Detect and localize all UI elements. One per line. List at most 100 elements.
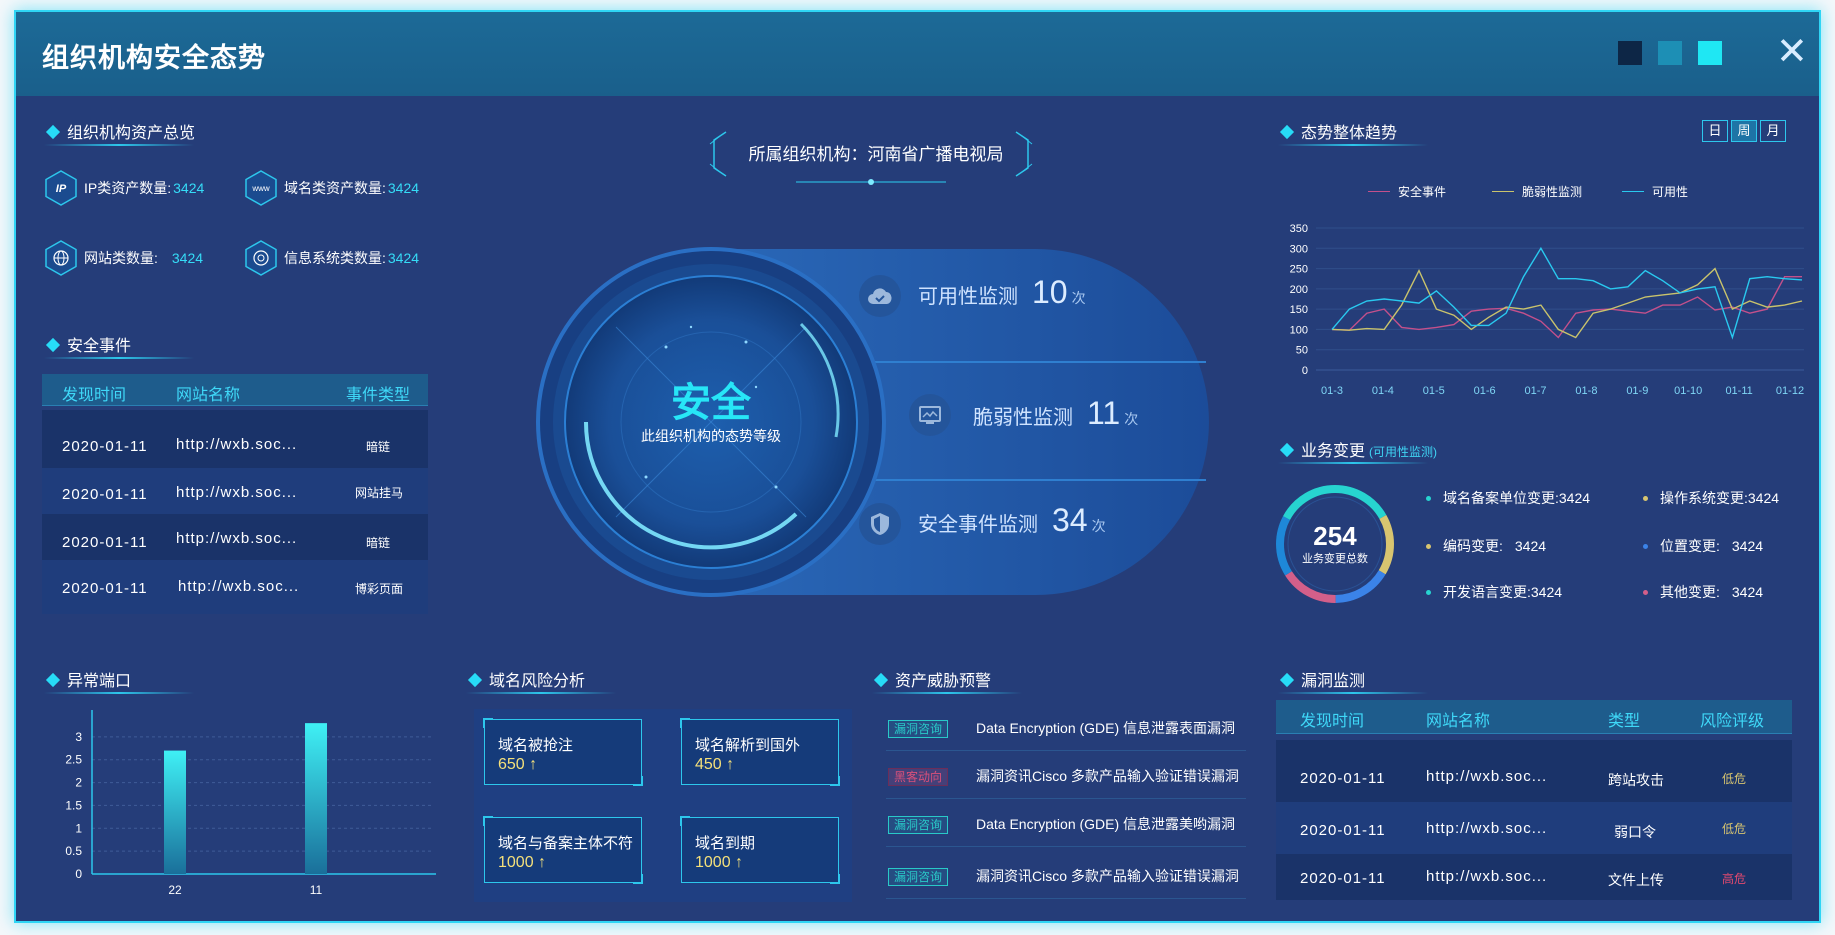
cell-site[interactable]: http://wxb.soc... bbox=[176, 436, 297, 453]
asset-ip: IP IP类资产数量: 3424 bbox=[44, 170, 204, 206]
section-underline bbox=[44, 144, 194, 146]
close-icon[interactable]: ✕ bbox=[1776, 32, 1808, 72]
change-item: 其他变更: 3424 bbox=[1643, 582, 1763, 602]
change-item: 操作系统变更: 3424 bbox=[1643, 488, 1779, 508]
threat-item[interactable]: 黑客动向 漏洞资讯Cisco 多款产品输入验证错误漏洞 bbox=[886, 753, 1246, 799]
theme-swatch-bright[interactable] bbox=[1698, 41, 1722, 65]
www-icon: www bbox=[245, 170, 277, 206]
section-underline bbox=[466, 692, 616, 694]
monitor-security-events[interactable]: 安全事件监测 34 次 bbox=[918, 502, 1106, 539]
asset-website: 网站类数量: 3424 bbox=[44, 240, 203, 276]
table-row[interactable]: 2020-01-11 http://wxb.soc... 跨站攻击 低危 bbox=[1276, 740, 1792, 802]
app-title: 组织机构安全态势 bbox=[42, 43, 266, 73]
section-underline bbox=[1278, 692, 1428, 694]
risk-card-resolved-abroad[interactable]: 域名解析到国外 450 ↑ bbox=[680, 718, 840, 786]
domain-risk-panel: 域名被抢注 650 ↑ 域名解析到国外 450 ↑ 域名与备案主体不符 1000… bbox=[474, 709, 852, 902]
threat-item[interactable]: 漏洞咨询 Data Encryption (GDE) 信息泄露表面漏洞 bbox=[886, 705, 1246, 751]
y-tick-label: 2.5 bbox=[65, 753, 82, 767]
abnormal-ports-title: 异常端口 bbox=[45, 667, 131, 691]
x-tick-label: 01-5 bbox=[1423, 385, 1445, 397]
y-tick-label: 250 bbox=[1290, 264, 1308, 276]
theme-swatch-dark[interactable] bbox=[1618, 41, 1642, 65]
cell-time: 2020-01-11 bbox=[1300, 822, 1386, 839]
column-header: 网站名称 bbox=[176, 387, 241, 404]
x-tick-label: 01-10 bbox=[1674, 385, 1702, 397]
theme-swatch-medium[interactable] bbox=[1658, 41, 1682, 65]
cell-site[interactable]: http://wxb.soc... bbox=[1426, 768, 1547, 785]
threat-item[interactable]: 漏洞咨询 漏洞资讯Cisco 多款产品输入验证错误漏洞 bbox=[886, 853, 1246, 899]
trend-title: 态势整体趋势 bbox=[1279, 119, 1397, 143]
x-tick-label: 01-9 bbox=[1626, 385, 1648, 397]
table-header: 发现时间 网站名称 事件类型 bbox=[42, 374, 428, 406]
vuln-monitor-title: 漏洞监测 bbox=[1279, 667, 1365, 691]
cell-site[interactable]: http://wxb.soc... bbox=[1426, 868, 1547, 885]
risk-level: 低危 bbox=[1722, 772, 1747, 786]
change-item: 位置变更: 3424 bbox=[1643, 536, 1763, 556]
y-tick-label: 0 bbox=[1302, 365, 1308, 377]
dashboard-window: 组织机构安全态势 ✕ 组织机构资产总览 IP IP类资产数量: 3424 www … bbox=[14, 10, 1821, 923]
abnormal-ports-bar-chart: 0 0.5 1 1.5 2 2.5 3 22 11 bbox=[65, 710, 436, 897]
x-tick-label: 11 bbox=[310, 883, 323, 897]
org-label: 所属组织机构：河南省广播电视局 bbox=[748, 145, 1004, 164]
y-tick-label: 1.5 bbox=[65, 798, 82, 812]
cloud-check-icon bbox=[859, 275, 901, 317]
y-tick-label: 350 bbox=[1290, 223, 1308, 235]
change-item: 编码变更: 3424 bbox=[1426, 536, 1546, 556]
cell-time: 2020-01-11 bbox=[1300, 770, 1386, 787]
table-row[interactable]: 2020-01-11 http://wxb.soc... 文件上传 高危 bbox=[1276, 854, 1792, 900]
table-row[interactable]: 2020-01-11 http://wxb.soc... 暗链 bbox=[42, 514, 428, 560]
monitor-availability[interactable]: 可用性监测 10 次 bbox=[918, 274, 1086, 311]
column-header: 发现时间 bbox=[62, 387, 127, 404]
section-underline bbox=[44, 357, 194, 359]
table-row[interactable]: 2020-01-11 http://wxb.soc... 博彩页面 bbox=[42, 560, 428, 614]
legend-item: 可用性 bbox=[1622, 183, 1688, 200]
x-tick-label: 01-12 bbox=[1776, 385, 1804, 397]
risk-card-filing-mismatch[interactable]: 域名与备案主体不符 1000 ↑ bbox=[483, 816, 643, 884]
period-month-button[interactable]: 月 bbox=[1760, 120, 1786, 142]
cell-type: 博彩页面 bbox=[355, 582, 404, 596]
cell-site[interactable]: http://wxb.soc... bbox=[1426, 820, 1547, 837]
table-header: 发现时间 网站名称 类型 风险评级 bbox=[1276, 700, 1792, 734]
cell-type: 网站挂马 bbox=[355, 486, 404, 500]
period-week-button[interactable]: 周 bbox=[1731, 120, 1757, 142]
table-row[interactable]: 2020-01-11 http://wxb.soc... 弱口令 低危 bbox=[1276, 802, 1792, 854]
assets-title: 组织机构资产总览 bbox=[45, 119, 195, 143]
change-item: 开发语言变更: 3424 bbox=[1426, 582, 1562, 602]
svg-text:IP: IP bbox=[56, 183, 67, 195]
column-header: 发现时间 bbox=[1300, 713, 1365, 730]
y-tick-label: 1 bbox=[75, 821, 82, 835]
period-day-button[interactable]: 日 bbox=[1702, 120, 1728, 142]
security-events-title: 安全事件 bbox=[45, 332, 131, 356]
x-tick-label: 01-11 bbox=[1725, 385, 1752, 397]
y-tick-label: 50 bbox=[1296, 345, 1308, 357]
threat-alert-title: 资产威胁预警 bbox=[873, 667, 991, 691]
x-tick-label: 01-6 bbox=[1474, 385, 1496, 397]
threat-item[interactable]: 漏洞咨询 Data Encryption (GDE) 信息泄露美哟漏洞 bbox=[886, 801, 1246, 847]
domain-risk-title: 域名风险分析 bbox=[467, 667, 585, 691]
x-tick-label: 01-4 bbox=[1372, 385, 1394, 397]
cell-type: 暗链 bbox=[366, 440, 391, 454]
risk-level: 低危 bbox=[1722, 822, 1747, 836]
bar[interactable] bbox=[305, 723, 327, 874]
cell-time: 2020-01-11 bbox=[62, 438, 148, 455]
asset-system: 信息系统类数量: 3424 bbox=[244, 240, 419, 276]
cell-time: 2020-01-11 bbox=[62, 534, 148, 551]
y-tick-label: 150 bbox=[1290, 304, 1308, 316]
cell-site[interactable]: http://wxb.soc... bbox=[178, 578, 299, 595]
table-row[interactable]: 2020-01-11 http://wxb.soc... 网站挂马 bbox=[42, 468, 428, 514]
security-events-table: 发现时间 网站名称 事件类型 2020-01-11 http://wxb.soc… bbox=[42, 374, 428, 614]
table-row[interactable]: 2020-01-11 http://wxb.soc... 暗链 bbox=[42, 410, 428, 468]
cell-time: 2020-01-11 bbox=[62, 580, 148, 597]
y-tick-label: 0.5 bbox=[65, 844, 82, 858]
asset-domain: www 域名类资产数量: 3424 bbox=[244, 170, 419, 206]
risk-card-domain-expired[interactable]: 域名到期 1000 ↑ bbox=[680, 816, 840, 884]
monitor-vulnerability[interactable]: 脆弱性监测 11 次 bbox=[973, 395, 1138, 432]
cell-site[interactable]: http://wxb.soc... bbox=[176, 530, 297, 547]
bar[interactable] bbox=[164, 750, 186, 874]
cell-site[interactable]: http://wxb.soc... bbox=[176, 484, 297, 501]
risk-card-domain-squatted[interactable]: 域名被抢注 650 ↑ bbox=[483, 718, 643, 786]
threat-tag: 漏洞咨询 bbox=[888, 816, 948, 834]
risk-level: 高危 bbox=[1722, 872, 1747, 886]
threat-tag: 漏洞咨询 bbox=[888, 868, 948, 886]
section-underline bbox=[872, 692, 1022, 694]
